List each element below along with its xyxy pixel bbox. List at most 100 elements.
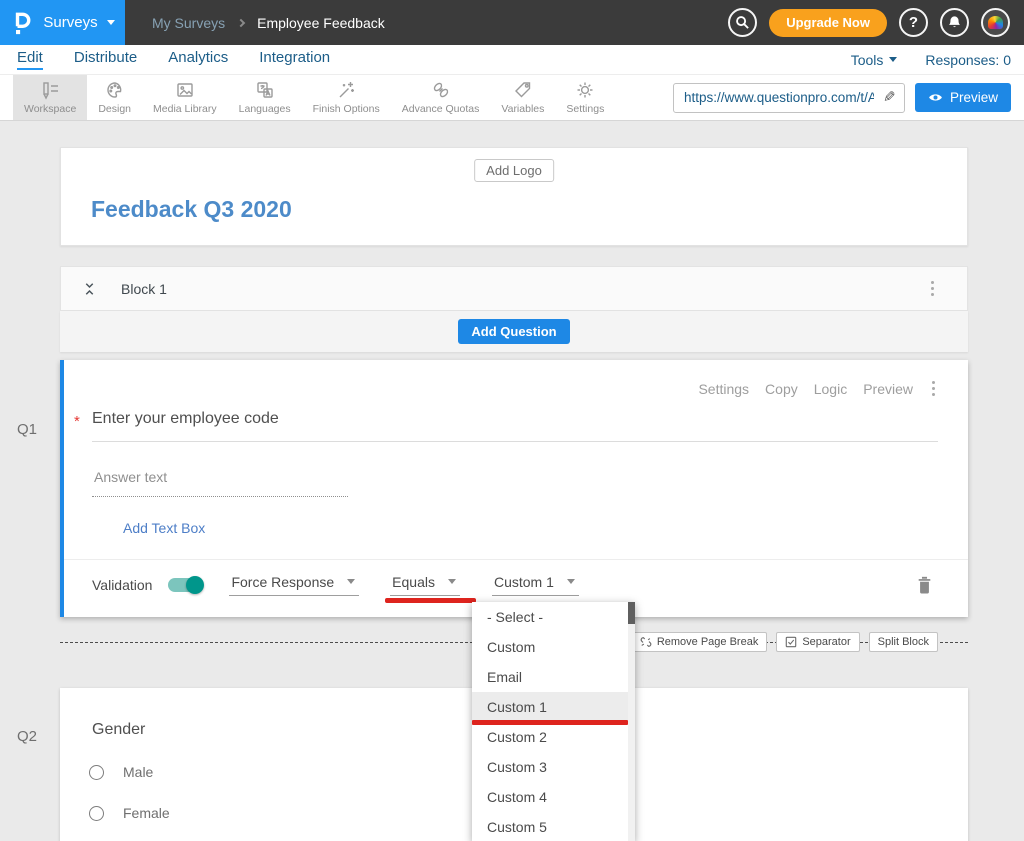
toolbar-item-icon [175, 80, 195, 100]
help-button[interactable]: ? [899, 8, 928, 37]
search-button[interactable] [728, 8, 757, 37]
toolbar-item[interactable]: Advance Quotas [391, 75, 491, 120]
block-menu-kebab-icon[interactable] [928, 278, 937, 299]
survey-url-input[interactable] [674, 90, 874, 105]
block-header: Block 1 [60, 266, 968, 311]
force-response-value: Force Response [231, 574, 334, 590]
toolbar-item[interactable]: Languages [228, 75, 302, 120]
questionpro-survey-editor: Surveys My Surveys Employee Feedback Upg… [0, 0, 1024, 841]
question-menu-kebab-icon[interactable] [929, 378, 938, 399]
dropdown-option[interactable]: Custom [472, 632, 628, 662]
toolbar-item-icon [255, 80, 275, 100]
breadcrumb-parent[interactable]: My Surveys [152, 15, 225, 31]
toolbar-item[interactable]: Settings [555, 75, 615, 120]
radio-button[interactable] [89, 765, 104, 780]
question-toolbar-action[interactable]: Preview [863, 381, 913, 397]
scrollbar-thumb[interactable] [628, 602, 635, 624]
validation-type-dropdown-menu: - Select - Custom Email Custom 1 Custom … [472, 602, 635, 841]
radio-button[interactable] [89, 806, 104, 821]
toolbar-item[interactable]: Variables [490, 75, 555, 120]
question-text[interactable]: Enter your employee code [92, 410, 938, 442]
toolbar-items: Workspace Design Media Library Languages [13, 75, 615, 120]
dropdown-option[interactable]: - Select - [472, 602, 628, 632]
toolbar-item[interactable]: Design [87, 75, 142, 120]
question-toolbar-action[interactable]: Logic [814, 381, 847, 397]
tools-menu[interactable]: Tools [851, 52, 898, 68]
radio-option-label: Female [123, 805, 170, 821]
dropdown-scrollbar[interactable] [628, 602, 635, 841]
toolbar-item-icon [513, 80, 533, 100]
dropdown-option[interactable]: Custom 4 [472, 782, 628, 812]
toolbar-item[interactable]: Finish Options [302, 75, 391, 120]
checkbox-checked-icon [785, 636, 797, 648]
split-block-label: Split Block [878, 636, 929, 648]
question-title-row: * Enter your employee code [74, 410, 938, 442]
collapse-block-icon[interactable] [83, 282, 96, 296]
survey-title[interactable]: Feedback Q3 2020 [91, 196, 292, 223]
nav-right: Tools Responses: 0 [851, 52, 1024, 68]
trash-icon [917, 576, 932, 594]
validation-type-dropdown[interactable]: Custom 1 [492, 574, 579, 596]
remove-page-break-button[interactable]: Remove Page Break [631, 632, 768, 652]
add-question-button[interactable]: Add Question [458, 319, 569, 344]
top-actions: Upgrade Now ? [728, 8, 1024, 37]
questionpro-logo-icon [10, 9, 34, 36]
operator-dropdown[interactable]: Equals [390, 574, 460, 596]
operator-value: Equals [392, 574, 435, 590]
answer-text-input[interactable] [92, 469, 348, 497]
upgrade-now-button[interactable]: Upgrade Now [769, 9, 887, 37]
avatar-logo-icon [988, 16, 1003, 29]
account-avatar[interactable] [981, 8, 1010, 37]
split-block-button[interactable]: Split Block [869, 632, 938, 652]
dropdown-option[interactable]: Custom 5 [472, 812, 628, 841]
chevron-down-icon [448, 579, 456, 584]
edit-url-pencil-icon[interactable] [874, 88, 904, 107]
nav-tab[interactable]: Analytics [168, 49, 228, 70]
toolbar-item-label: Design [98, 103, 131, 115]
chevron-down-icon [347, 579, 355, 584]
responses-counter[interactable]: Responses: 0 [925, 52, 1011, 68]
separator-label: Separator [802, 636, 850, 648]
search-icon [735, 15, 750, 30]
question-mark-icon: ? [909, 14, 918, 31]
toolbar-item-label: Languages [239, 103, 291, 115]
chevron-down-icon [107, 20, 115, 25]
dropdown-option[interactable]: Custom 2 [472, 722, 628, 752]
question-toolbar-action[interactable]: Copy [765, 381, 798, 397]
add-text-box-link[interactable]: Add Text Box [123, 520, 205, 536]
toolbar-item-icon [336, 80, 356, 100]
broken-link-icon [640, 636, 652, 648]
question-toolbar-action[interactable]: Settings [698, 381, 749, 397]
dropdown-option[interactable]: Email [472, 662, 628, 692]
toolbar-item-label: Workspace [24, 103, 76, 115]
toolbar-item-label: Finish Options [313, 103, 380, 115]
toolbar-item-label: Variables [501, 103, 544, 115]
chevron-down-icon [567, 579, 575, 584]
nav-tab[interactable]: Integration [259, 49, 330, 70]
validation-label: Validation [92, 577, 152, 593]
notifications-button[interactable] [940, 8, 969, 37]
toolbar-item-icon [105, 80, 125, 100]
toolbar-item[interactable]: Media Library [142, 75, 228, 120]
top-bar: Surveys My Surveys Employee Feedback Upg… [0, 0, 1024, 45]
add-logo-button[interactable]: Add Logo [474, 159, 554, 182]
toolbar-item-label: Media Library [153, 103, 217, 115]
nav-tab[interactable]: Distribute [74, 49, 137, 70]
separator-button[interactable]: Separator [776, 632, 859, 652]
toolbar-item-icon [431, 80, 451, 100]
delete-question-button[interactable] [917, 576, 932, 594]
question-1-wrapper: Q1 SettingsCopyLogicPreview * Enter your… [60, 360, 1024, 617]
nav-tab[interactable]: Edit [17, 49, 43, 70]
dropdown-option[interactable]: Custom 3 [472, 752, 628, 782]
toolbar-item[interactable]: Workspace [13, 75, 87, 120]
toggle-knob [186, 576, 204, 594]
survey-header-card: Add Logo Feedback Q3 2020 [60, 147, 968, 246]
validation-toggle[interactable] [168, 578, 202, 592]
preview-button[interactable]: Preview [915, 83, 1011, 112]
dropdown-option[interactable]: Custom 1 [472, 692, 628, 722]
preview-button-label: Preview [950, 90, 998, 105]
force-response-dropdown[interactable]: Force Response [229, 574, 359, 596]
tools-menu-label: Tools [851, 52, 884, 68]
block-title[interactable]: Block 1 [121, 281, 167, 297]
product-menu[interactable]: Surveys [0, 0, 125, 45]
